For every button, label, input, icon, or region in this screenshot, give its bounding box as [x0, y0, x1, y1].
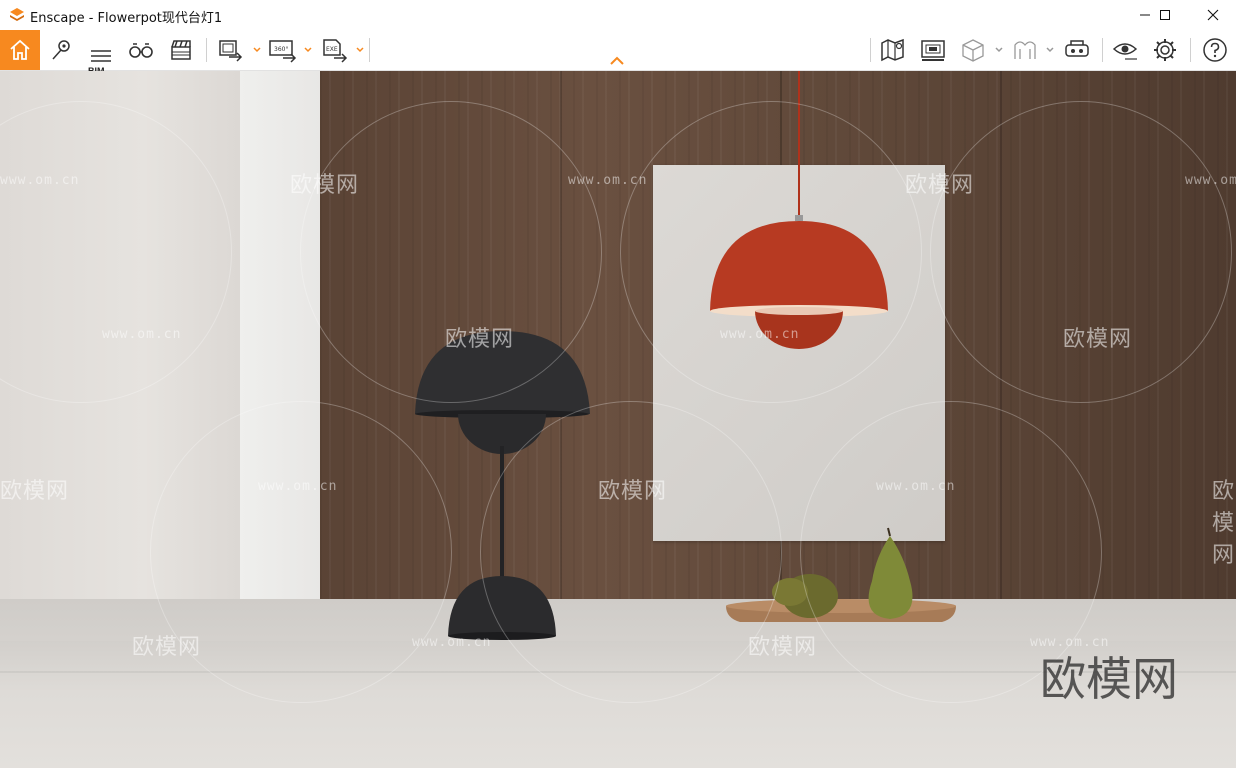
material-editor-button[interactable] — [956, 30, 990, 70]
home-button[interactable] — [0, 30, 40, 70]
vr-button[interactable] — [1060, 30, 1094, 70]
watermark-url: www.om.cn — [876, 479, 956, 494]
location-pin-icon — [52, 40, 70, 60]
close-icon — [1207, 9, 1219, 21]
watermark-text: 欧模网 — [1212, 479, 1236, 568]
watermark-text: 欧模网 — [290, 173, 360, 198]
window-title: Enscape - Flowerpot现代台灯1 — [30, 11, 223, 26]
toolbar: BIM 360° EXE — [0, 30, 1236, 76]
help-button[interactable] — [1198, 30, 1232, 70]
map-button[interactable] — [876, 30, 910, 70]
sky-button[interactable] — [1008, 30, 1042, 70]
video-editor-button[interactable] — [164, 30, 198, 70]
asset-library-button[interactable] — [916, 30, 950, 70]
watermark-text: 欧模网 — [1063, 327, 1133, 352]
walk-mode-button[interactable] — [124, 30, 158, 70]
render-viewport[interactable]: 欧模网 www.om.cn www.om.cn 欧模网 欧模网 www.om.c… — [0, 71, 1236, 768]
watermark-url: www.om.cn — [568, 173, 648, 188]
eye-icon — [1112, 43, 1138, 60]
map-icon — [881, 38, 904, 62]
watermark-arc — [300, 101, 602, 403]
toolbar-separator — [369, 38, 370, 62]
watermark-arc — [620, 101, 922, 403]
chevron-down-icon[interactable] — [303, 41, 313, 59]
batch-render-icon — [219, 40, 243, 62]
toolbar-separator — [1102, 38, 1103, 62]
batch-render-button[interactable] — [214, 30, 248, 70]
toolbar-separator — [206, 38, 207, 62]
maximize-button[interactable] — [1142, 0, 1188, 30]
watermark-arc — [930, 101, 1232, 403]
bim-button[interactable] — [84, 30, 118, 70]
chevron-down-icon[interactable] — [1045, 41, 1055, 59]
bim-icon — [91, 50, 111, 62]
watermark-text: 欧模网 — [445, 327, 515, 352]
binoculars-icon — [129, 43, 153, 58]
watermark-text: 欧模网 — [905, 173, 975, 198]
watermark-arc — [480, 401, 782, 703]
title-bar: Enscape - Flowerpot现代台灯1 — [0, 0, 1236, 30]
chevron-down-icon[interactable] — [252, 41, 262, 59]
toolbar-separator — [870, 38, 871, 62]
badge-exe: EXE — [326, 46, 338, 53]
enscape-logo-icon — [10, 8, 24, 21]
watermark-url: www.om.cn — [0, 173, 80, 188]
panorama-button[interactable]: 360° — [264, 30, 302, 70]
exe-export-button[interactable]: EXE — [318, 30, 352, 70]
help-icon — [1203, 38, 1227, 62]
watermark-url: www.om.cn — [1185, 173, 1236, 188]
gear-icon — [1154, 39, 1176, 61]
watermark-url: www.om.cn — [412, 635, 492, 650]
watermark-text: 欧模网 — [0, 479, 70, 504]
chevron-down-icon[interactable] — [355, 41, 365, 59]
watermark-big: 欧模网 — [1040, 652, 1178, 706]
home-icon — [10, 39, 30, 60]
settings-button[interactable] — [1148, 30, 1182, 70]
clapperboard-icon — [171, 40, 191, 60]
toolbar-separator — [1190, 38, 1191, 62]
watermark-text: 欧模网 — [598, 479, 668, 504]
close-button[interactable] — [1190, 0, 1236, 30]
watermark-text: 欧模网 — [748, 635, 818, 660]
views-button[interactable] — [44, 30, 78, 70]
collapse-toolbar-icon[interactable] — [608, 55, 626, 67]
visual-settings-button[interactable] — [1108, 30, 1142, 70]
watermark-url: www.om.cn — [258, 479, 338, 494]
maximize-icon — [1160, 10, 1170, 20]
badge-360: 360° — [274, 46, 288, 53]
watermark-url: www.om.cn — [102, 327, 182, 342]
chevron-down-icon[interactable] — [994, 41, 1004, 59]
material-icon — [1014, 41, 1036, 59]
watermark-text: 欧模网 — [132, 635, 202, 660]
watermark-url: www.om.cn — [720, 327, 800, 342]
panorama-360-icon: 360° — [269, 40, 297, 63]
exe-export-icon: EXE — [323, 39, 348, 63]
render-settings-icon — [921, 40, 945, 61]
box-icon — [962, 39, 984, 62]
vr-headset-icon — [1065, 40, 1089, 57]
